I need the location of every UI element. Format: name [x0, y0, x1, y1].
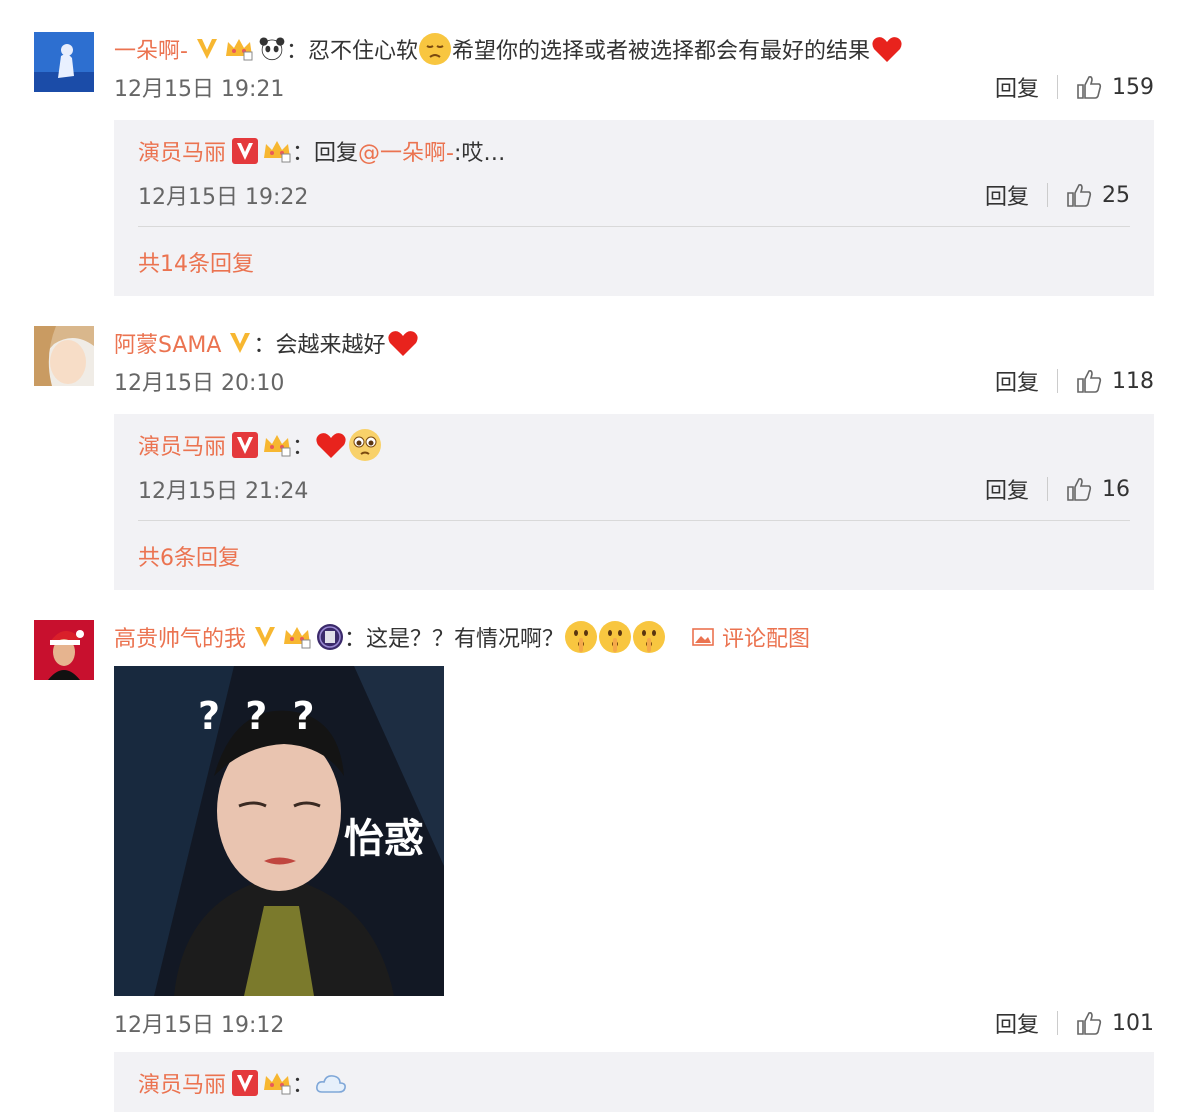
colon: ： — [253, 333, 276, 358]
reply-button[interactable]: 回复 — [995, 1007, 1039, 1039]
meme-caption: 怡惑 — [344, 816, 424, 862]
comment-image-link[interactable]: 评论配图 — [692, 621, 810, 653]
reply-text: :哎… — [454, 141, 506, 166]
divider — [1047, 477, 1048, 501]
mention-link[interactable]: @一朵啊- — [358, 135, 454, 167]
shush-face-icon — [633, 621, 666, 653]
reply-button[interactable]: 回复 — [985, 179, 1029, 211]
comment-text: 这是？？有情况啊？ — [366, 627, 565, 652]
more-replies-link[interactable]: 共6条回复 — [138, 540, 240, 572]
comment-meta-row: 12月15日 19:12 回复 101 — [114, 1006, 1154, 1040]
thumbs-up-icon[interactable] — [1066, 182, 1092, 208]
divider — [1057, 75, 1058, 99]
reply-username[interactable]: 演员马丽 — [138, 429, 226, 461]
thumbs-up-icon[interactable] — [1076, 74, 1102, 100]
verified-v-icon — [196, 39, 217, 59]
meme-question-marks: ? ? ? — [198, 694, 321, 738]
divider — [1047, 183, 1048, 207]
heart-icon — [316, 433, 346, 458]
more-replies-link[interactable]: 共14条回复 — [138, 246, 254, 278]
crown-icon — [264, 435, 291, 457]
username[interactable]: 一朵啊- — [114, 33, 188, 65]
thumbs-up-icon[interactable] — [1066, 476, 1092, 502]
heart-icon — [387, 331, 418, 356]
avatar[interactable] — [34, 32, 94, 92]
heart-icon — [872, 37, 902, 62]
avatar[interactable] — [34, 620, 94, 680]
reply-prefix: 回复 — [314, 141, 359, 166]
verified-v-red-icon — [232, 432, 259, 458]
verified-v-red-icon — [232, 138, 259, 164]
verified-v-red-icon — [232, 1070, 259, 1096]
like-count: 159 — [1112, 74, 1154, 100]
sad-face-icon — [418, 33, 451, 65]
comment-text-b: 希望你的选择或者被选择都会有最好的结果 — [451, 39, 870, 64]
divider — [138, 520, 1130, 521]
avatar[interactable] — [34, 326, 94, 386]
like-count: 25 — [1102, 182, 1130, 208]
like-count: 118 — [1112, 368, 1154, 394]
panda-icon — [259, 37, 285, 61]
verified-v-icon — [230, 333, 251, 353]
colon: ： — [292, 435, 315, 460]
thumbs-up-icon[interactable] — [1076, 368, 1102, 394]
reply-username[interactable]: 演员马丽 — [138, 1067, 226, 1099]
reply-box: 演员马丽 ： 12月15日 21:24 回复 16 共6条回复 — [114, 414, 1154, 590]
divider — [1057, 1011, 1058, 1035]
username[interactable]: 高贵帅气的我 — [114, 621, 246, 653]
image-icon — [692, 628, 714, 646]
shush-face-icon — [565, 621, 598, 653]
comment-body: 一朵啊- ： 忍不住心软 希望你的选择或者被选择都会有最好的结果 12月15日 … — [114, 32, 1154, 104]
night-badge-icon — [317, 624, 344, 650]
timestamp: 12月15日 21:24 — [138, 479, 309, 504]
reply-button[interactable]: 回复 — [995, 71, 1039, 103]
colon: ： — [292, 141, 315, 166]
crown-icon — [264, 141, 291, 163]
colon: ： — [285, 39, 308, 64]
timestamp: 12月15日 19:12 — [114, 1013, 285, 1038]
colon: ： — [292, 1073, 315, 1098]
crown-icon — [284, 627, 311, 649]
crown-icon — [225, 39, 253, 61]
comment-body: 阿蒙SAMA ： 会越来越好 12月15日 20:10 回复 118 — [114, 326, 1154, 398]
pleading-face-icon — [349, 429, 382, 461]
comment-text: 会越来越好 — [275, 333, 386, 358]
crown-icon — [264, 1073, 291, 1095]
comment-image[interactable]: ? ? ? 怡惑 — [114, 666, 444, 996]
reply-button[interactable]: 回复 — [995, 365, 1039, 397]
divider — [138, 226, 1130, 227]
reply-button[interactable]: 回复 — [985, 473, 1029, 505]
reply-username[interactable]: 演员马丽 — [138, 135, 226, 167]
divider — [1057, 369, 1058, 393]
comment-body: 高贵帅气的我 ： 这是？？有情况啊？ 评论配图 — [114, 620, 1154, 654]
thumbs-up-icon[interactable] — [1076, 1010, 1102, 1036]
reply-box: 演员马丽 ： 回复 @一朵啊- :哎… 12月15日 19:22 回复 25 共… — [114, 120, 1154, 296]
comment-image-label: 评论配图 — [722, 627, 811, 652]
timestamp: 12月15日 20:10 — [114, 371, 285, 396]
like-count: 101 — [1112, 1010, 1154, 1036]
shush-face-icon — [599, 621, 632, 653]
timestamp: 12月15日 19:22 — [138, 185, 309, 210]
reply-box: 演员马丽 ： — [114, 1052, 1154, 1112]
colon: ： — [344, 627, 367, 652]
timestamp: 12月15日 19:21 — [114, 77, 285, 102]
verified-v-icon — [255, 627, 276, 647]
comment-text-a: 忍不住心软 — [307, 39, 418, 64]
cloud-icon — [316, 1075, 346, 1093]
like-count: 16 — [1102, 476, 1130, 502]
username[interactable]: 阿蒙SAMA — [114, 327, 221, 359]
